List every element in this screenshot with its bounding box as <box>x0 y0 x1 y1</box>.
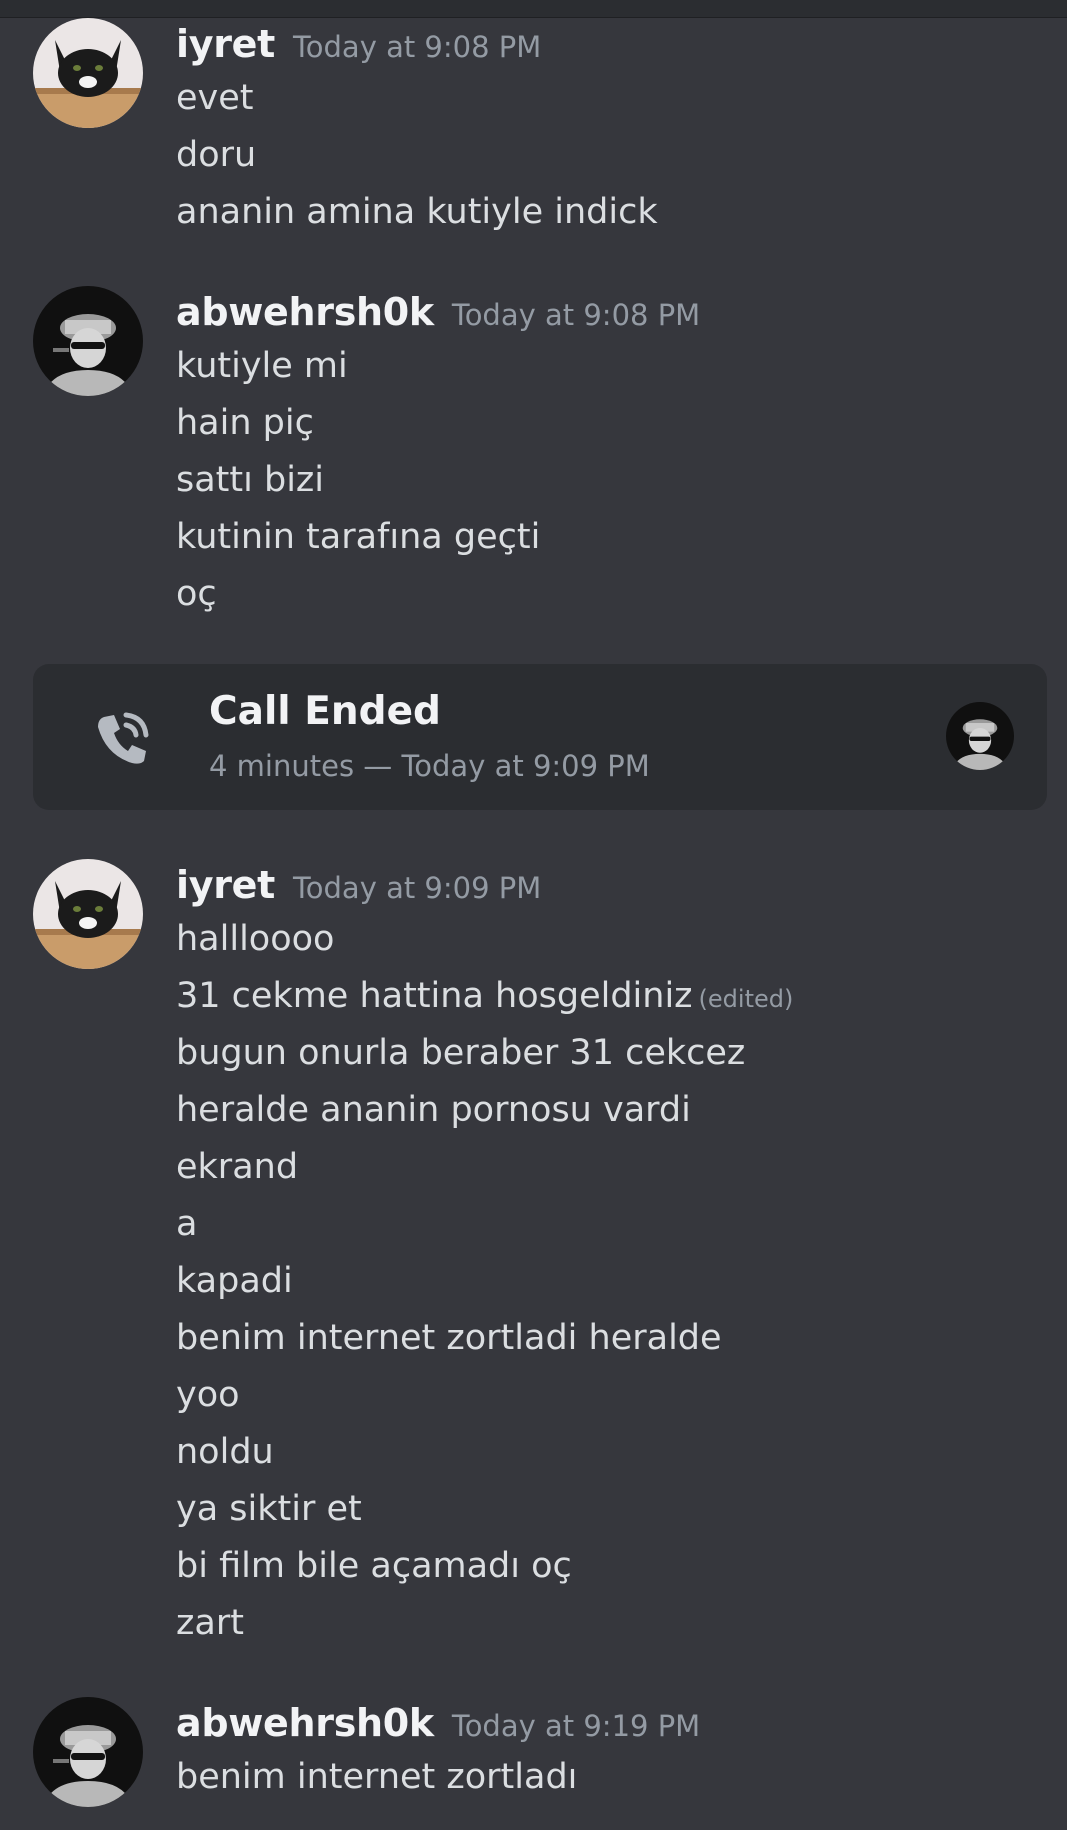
message-lines: kutiyle mi hain piç sattı bizi kutinin t… <box>176 338 1046 623</box>
message-line: kapadi <box>176 1261 293 1301</box>
avatar-officer-icon[interactable] <box>33 1697 143 1807</box>
message-line: yoo <box>176 1375 240 1415</box>
message-line: evet <box>176 78 254 118</box>
message-lines: halllоооо 31 cekme hattina hosgeldiniz (e… <box>176 911 1046 1652</box>
message-line: ananin amina kutiyle indick <box>176 192 658 232</box>
username[interactable]: abwehrsh0k <box>176 1701 434 1745</box>
message-line: ya siktir et <box>176 1489 362 1529</box>
timestamp: Today at 9:08 PM <box>451 298 701 332</box>
avatar-cat-icon[interactable] <box>33 859 143 969</box>
message-text: 31 cekme hattina hosgeldiniz <box>176 976 693 1016</box>
timestamp: Today at 9:09 PM <box>292 871 542 905</box>
message-line: kutiyle mi <box>176 346 348 386</box>
message-line: heralde ananin pornosu vardi <box>176 1090 691 1130</box>
timestamp: Today at 9:19 PM <box>451 1709 701 1743</box>
message-line: a <box>176 1204 198 1244</box>
username[interactable]: abwehrsh0k <box>176 290 434 334</box>
message-line: 31 cekme hattina hosgeldiniz (edited) <box>176 968 1046 1025</box>
call-ended-card[interactable]: Call Ended 4 minutes — Today at 9:09 PM <box>33 664 1047 810</box>
message-line: hain piç <box>176 403 314 443</box>
message-lines: evet doru ananin amina kutiyle indick <box>176 70 1046 241</box>
message-header: abwehrsh0k Today at 9:19 PM <box>176 1697 700 1749</box>
message-line: benim internet zortladi heralde <box>176 1318 722 1358</box>
username[interactable]: iyret <box>176 22 275 66</box>
message-line: bugun onurla beraber 31 cekcez <box>176 1033 746 1073</box>
edited-label: (edited) <box>698 985 794 1013</box>
message-line: noldu <box>176 1432 274 1472</box>
participant-officer-icon[interactable] <box>946 702 1014 770</box>
message-line: bi film bile açamadı oç <box>176 1546 572 1586</box>
message-header: iyret Today at 9:08 PM <box>176 18 541 70</box>
message-line: doru <box>176 135 257 175</box>
message-line: kutinin tarafına geçti <box>176 517 541 557</box>
call-title: Call Ended <box>209 689 441 734</box>
timestamp: Today at 9:08 PM <box>292 30 542 64</box>
username[interactable]: iyret <box>176 863 275 907</box>
message-line: sattı bizi <box>176 460 325 500</box>
top-bar <box>0 0 1067 18</box>
message-lines: benim internet zortladı <box>176 1749 1046 1806</box>
message-line: halllоооо <box>176 919 335 959</box>
message-header: iyret Today at 9:09 PM <box>176 859 541 911</box>
message-line: benim internet zortladı <box>176 1757 578 1797</box>
message-line: oç <box>176 574 217 614</box>
message-line: zart <box>176 1603 244 1643</box>
message-line: ekrand <box>176 1147 299 1187</box>
avatar-cat-icon[interactable] <box>33 18 143 128</box>
avatar-officer-icon[interactable] <box>33 286 143 396</box>
call-duration: 4 minutes — Today at 9:09 PM <box>209 749 650 783</box>
phone-call-icon <box>90 705 154 769</box>
message-header: abwehrsh0k Today at 9:08 PM <box>176 286 700 338</box>
